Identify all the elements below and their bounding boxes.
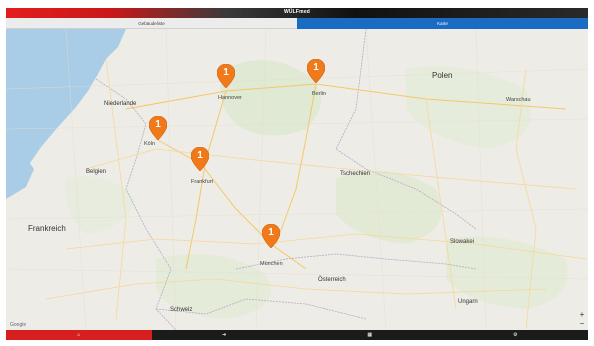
map-marker-muenchen[interactable]: 1: [262, 224, 280, 248]
app-window: WÜLFmed Gebäudeliste Karte Polen Niederl…: [6, 8, 588, 340]
city-label-berlin: Berlin: [312, 91, 327, 97]
gear-icon: ⚙: [513, 332, 518, 338]
home-icon: ⌂: [77, 332, 81, 338]
marker-count: 1: [268, 227, 274, 238]
country-label-austria: Österreich: [318, 277, 346, 283]
country-label-belgium: Belgien: [86, 169, 107, 175]
map-marker-hannover[interactable]: 1: [217, 64, 235, 88]
country-label-france: Frankreich: [28, 224, 66, 233]
map-marker-berlin[interactable]: 1: [307, 59, 325, 83]
marker-count: 1: [223, 67, 229, 78]
map-view[interactable]: Polen Niederlande Belgien Frankreich Tsc…: [6, 29, 588, 330]
view-tabs: Gebäudeliste Karte: [6, 18, 588, 29]
marker-count: 1: [197, 150, 203, 161]
country-label-switzerland: Schweiz: [170, 307, 193, 313]
country-label-slovakia: Slowakei: [450, 239, 475, 245]
map-marker-frankfurt[interactable]: 1: [191, 147, 209, 171]
city-label-frankfurt: Frankfurt: [191, 179, 214, 185]
app-title: WÜLFmed: [283, 9, 311, 15]
tab-map[interactable]: Karte: [297, 18, 588, 29]
nav-login-button[interactable]: ➔: [152, 330, 298, 340]
zoom-out-button[interactable]: −: [578, 320, 586, 328]
city-label-koeln: Köln: [144, 141, 156, 147]
zoom-in-button[interactable]: +: [578, 311, 586, 319]
map-marker-koeln[interactable]: 1: [149, 116, 167, 140]
map-background: [6, 29, 588, 330]
country-label-hungary: Ungarn: [458, 299, 478, 305]
google-attribution: Google: [10, 322, 27, 328]
tab-building-list[interactable]: Gebäudeliste: [6, 18, 297, 29]
marker-count: 1: [313, 62, 319, 73]
city-label-muenchen: München: [260, 261, 283, 267]
country-label-czechia: Tschechien: [340, 171, 371, 177]
city-label-hannover: Hannover: [218, 95, 242, 101]
country-label-netherlands: Niederlande: [104, 101, 137, 107]
nav-grid-button[interactable]: ▦: [297, 330, 443, 340]
marker-count: 1: [155, 119, 161, 130]
city-label-warschau: Warschau: [506, 97, 531, 103]
login-icon: ➔: [222, 332, 227, 338]
title-bar: WÜLFmed: [6, 8, 588, 18]
nav-settings-button[interactable]: ⚙: [443, 330, 589, 340]
grid-icon: ▦: [367, 332, 373, 338]
country-label-poland: Polen: [432, 71, 453, 80]
nav-home-button[interactable]: ⌂: [6, 330, 152, 340]
bottom-navigation: ⌂ ➔ ▦ ⚙: [6, 330, 588, 340]
